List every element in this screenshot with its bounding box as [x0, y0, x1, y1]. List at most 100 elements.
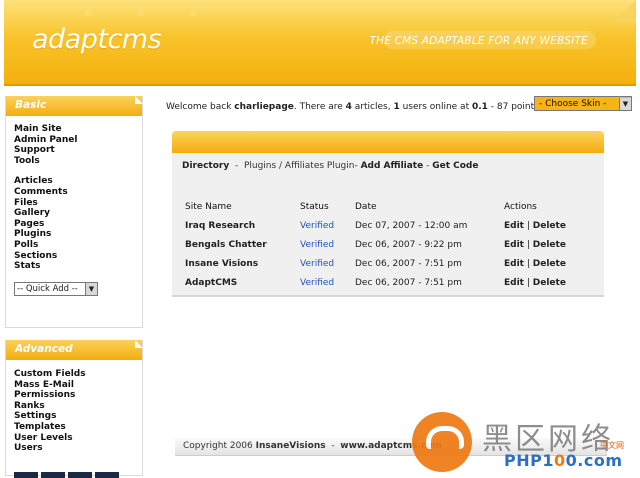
footer-sep: -: [325, 441, 341, 451]
sidebar-item-ranks[interactable]: Ranks: [14, 401, 142, 412]
sidebar-item-support[interactable]: Support: [14, 145, 142, 156]
column-actions: Actions: [504, 201, 537, 212]
action-sep: |: [523, 258, 533, 269]
status-verified: Verified: [300, 220, 335, 231]
sidebar-item-pages[interactable]: Pages: [14, 219, 142, 230]
delete-link[interactable]: Delete: [533, 278, 566, 288]
footer-company-link[interactable]: InsaneVisions: [256, 441, 326, 451]
watermark-logo-icon: [412, 412, 472, 472]
sidebar-item-files[interactable]: Files: [14, 198, 142, 209]
site-name: Insane Visions: [185, 258, 259, 269]
copyright-text: Copyright 2006: [183, 441, 256, 451]
welcome-text: users online at: [399, 102, 472, 112]
breadcrumb-plugin-path[interactable]: Plugins / Affiliates Plugin: [244, 161, 355, 171]
sidebar-advanced: Advanced Custom Fields Mass E-Mail Permi…: [5, 340, 143, 476]
sidebar-item-templates[interactable]: Templates: [14, 422, 142, 433]
breadcrumb-directory[interactable]: Directory: [182, 161, 229, 171]
watermark-small-text: 中文网: [600, 441, 624, 450]
tagline: THE CMS ADAPTABLE FOR ANY WEBSITE: [369, 35, 588, 47]
edit-link[interactable]: Edit: [504, 278, 524, 288]
delete-link[interactable]: Delete: [533, 221, 566, 231]
load-time: 0.1: [471, 102, 488, 112]
sidebar-basic-title: Basic: [6, 96, 142, 116]
sidebar-item-stats[interactable]: Stats: [14, 261, 142, 272]
add-affiliate-link[interactable]: Add Affiliate: [361, 161, 424, 171]
status-verified: Verified: [300, 258, 335, 269]
spacer: [14, 166, 142, 176]
header-banner: ☆ ☆ ☆ adaptcms THE CMS ADAPTABLE FOR ANY…: [4, 0, 636, 86]
actions-cell: Edit | Delete: [504, 254, 584, 273]
action-sep: |: [523, 239, 533, 250]
site-name: Bengals Chatter: [185, 239, 267, 250]
sidebar-basic-links-1: Main Site Admin Panel Support Tools Arti…: [6, 116, 142, 272]
points-text: - 87 points: [487, 102, 539, 112]
sidebar-item-permissions[interactable]: Permissions: [14, 390, 142, 401]
watermark: 黑区网络 中文网 PHP100.com: [410, 410, 638, 476]
bottom-icon-strip: [14, 472, 124, 478]
get-code-link[interactable]: Get Code: [432, 161, 478, 171]
edit-link[interactable]: Edit: [504, 240, 524, 250]
breadcrumb: Directory - Plugins / Affiliates Plugin-…: [182, 161, 478, 171]
affiliates-table: Site Name Status Date Actions Iraq Resea…: [185, 197, 584, 292]
flag-icon[interactable]: [95, 472, 119, 478]
column-site-name: Site Name: [185, 201, 232, 212]
sidebar-item-polls[interactable]: Polls: [14, 240, 142, 251]
table-row: Insane Visions Verified Dec 06, 2007 - 7…: [185, 254, 584, 273]
sidebar-advanced-title: Advanced: [6, 340, 142, 360]
table-header-row: Site Name Status Date Actions: [185, 197, 584, 216]
sidebar-item-gallery[interactable]: Gallery: [14, 208, 142, 219]
username: charliepage: [234, 102, 294, 112]
delete-link[interactable]: Delete: [533, 240, 566, 250]
watermark-en-text: PHP100.com: [504, 451, 622, 470]
flag-icon[interactable]: [41, 472, 65, 478]
page-fold-decoration: [614, 0, 636, 22]
sidebar-item-main-site[interactable]: Main Site: [14, 124, 142, 135]
action-sep: |: [523, 220, 533, 231]
sidebar-item-admin-panel[interactable]: Admin Panel: [14, 135, 142, 146]
breadcrumb-sep: -: [229, 161, 244, 171]
sidebar-item-custom-fields[interactable]: Custom Fields: [14, 369, 142, 380]
watermark-en-part: 0.com: [565, 451, 623, 470]
date-cell: Dec 07, 2007 - 12:00 am: [355, 220, 468, 231]
status-verified: Verified: [300, 277, 335, 288]
watermark-en-part: 0: [553, 451, 566, 470]
quick-add-value: -- Quick Add --: [17, 283, 78, 294]
date-cell: Dec 06, 2007 - 7:51 pm: [355, 258, 462, 269]
sidebar-item-users[interactable]: Users: [14, 443, 142, 454]
chevron-down-icon[interactable]: ▼: [85, 282, 97, 295]
delete-link[interactable]: Delete: [533, 259, 566, 269]
watermark-en-part: PHP1: [504, 451, 554, 470]
sidebar-item-comments[interactable]: Comments: [14, 187, 142, 198]
table-row: Iraq Research Verified Dec 07, 2007 - 12…: [185, 216, 584, 235]
sidebar-item-sections[interactable]: Sections: [14, 251, 142, 262]
content-panel-header: [172, 131, 604, 153]
sidebar-item-tools[interactable]: Tools: [14, 156, 142, 167]
sidebar-item-articles[interactable]: Articles: [14, 176, 142, 187]
skin-select-value: - Choose Skin -: [539, 98, 607, 109]
action-sep: |: [523, 277, 533, 288]
actions-cell: Edit | Delete: [504, 273, 584, 292]
actions-cell: Edit | Delete: [504, 235, 584, 254]
content-panel: Directory - Plugins / Affiliates Plugin-…: [172, 153, 604, 297]
edit-link[interactable]: Edit: [504, 259, 524, 269]
flag-icon[interactable]: [14, 472, 38, 478]
sidebar-item-mass-email[interactable]: Mass E-Mail: [14, 380, 142, 391]
actions-cell: Edit | Delete: [504, 216, 584, 235]
welcome-text: articles,: [351, 102, 394, 112]
logo[interactable]: adaptcms: [32, 24, 162, 55]
quick-add-select[interactable]: -- Quick Add -- ▼: [14, 281, 98, 296]
edit-link[interactable]: Edit: [504, 221, 524, 231]
skin-select[interactable]: - Choose Skin - ▼: [534, 96, 632, 111]
date-cell: Dec 06, 2007 - 7:51 pm: [355, 277, 462, 288]
status-verified: Verified: [300, 239, 335, 250]
column-status: Status: [300, 201, 329, 212]
chevron-down-icon[interactable]: ▼: [619, 97, 631, 110]
sidebar-item-settings[interactable]: Settings: [14, 411, 142, 422]
table-row: AdaptCMS Verified Dec 06, 2007 - 7:51 pm…: [185, 273, 584, 292]
date-cell: Dec 06, 2007 - 9:22 pm: [355, 239, 462, 250]
welcome-text: . There are: [293, 102, 346, 112]
site-name: Iraq Research: [185, 220, 256, 231]
flag-icon[interactable]: [68, 472, 92, 478]
sidebar-item-plugins[interactable]: Plugins: [14, 229, 142, 240]
sidebar-item-user-levels[interactable]: User Levels: [14, 433, 142, 444]
